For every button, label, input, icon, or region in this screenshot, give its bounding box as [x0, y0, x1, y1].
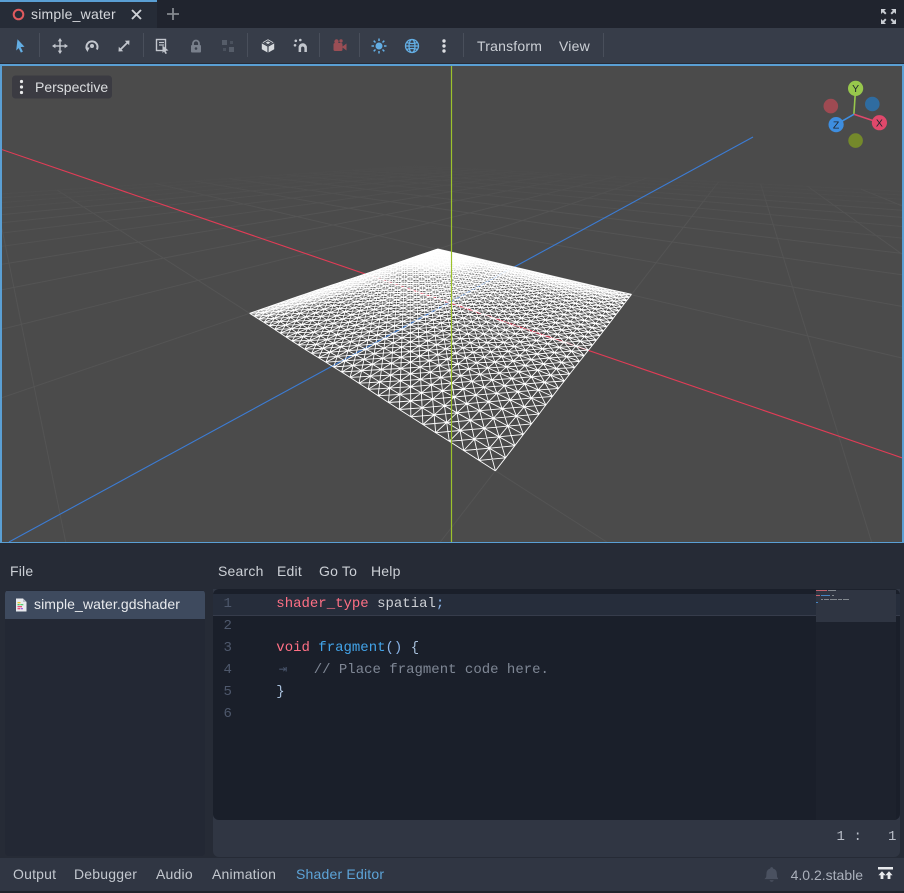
svg-text:Z: Z — [833, 119, 840, 131]
svg-text:X: X — [876, 117, 883, 129]
svg-text:Y: Y — [852, 83, 859, 95]
svg-text:Perspective: Perspective — [35, 78, 108, 94]
